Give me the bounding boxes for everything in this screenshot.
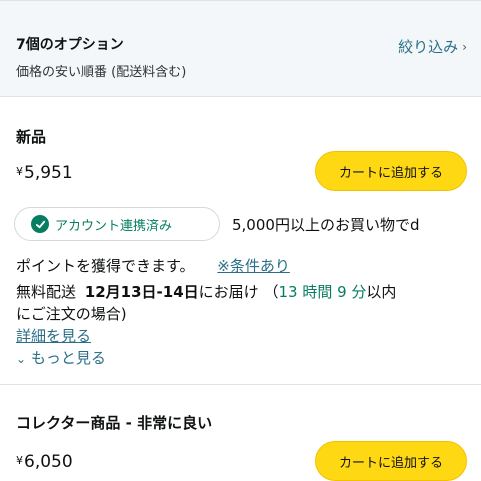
offer-condition: 新品 xyxy=(16,128,47,146)
delivery-prefix: 無料配送 xyxy=(16,283,77,301)
points-promo-line: ポイントを獲得できます。 ※条件あり xyxy=(16,255,290,276)
see-more-label: もっと見る xyxy=(30,349,106,367)
price-value: 5,951 xyxy=(24,163,73,183)
filter-button[interactable]: 絞り込み › xyxy=(398,36,467,57)
see-more-link[interactable]: ⌄ もっと見る xyxy=(16,347,106,368)
options-header: 7個のオプション 価格の安い順番 (配送料含む) 絞り込み › xyxy=(0,0,481,97)
delivery-suffix: にお届け xyxy=(198,283,259,301)
filter-label: 絞り込み xyxy=(398,38,459,56)
conditions-link[interactable]: ※条件あり xyxy=(217,257,290,275)
currency-symbol: ¥ xyxy=(16,165,23,178)
chevron-down-icon: ⌄ xyxy=(16,352,27,366)
delivery-dates: 12月13日-14日 xyxy=(84,283,199,301)
badge-label: アカウント連携済み xyxy=(55,218,173,234)
countdown-suffix: 以内 xyxy=(366,283,397,301)
add-to-cart-button[interactable]: カートに追加する xyxy=(315,441,467,481)
offer-condition: コレクター商品 - 非常に良い xyxy=(16,414,213,432)
add-to-cart-button[interactable]: カートに追加する xyxy=(315,151,467,191)
delivery-info: 無料配送 12月13日-14日にお届け （13 時間 9 分以内 xyxy=(16,281,396,302)
currency-symbol: ¥ xyxy=(16,454,23,467)
options-count-title: 7個のオプション xyxy=(16,37,124,53)
points-promo-text: 5,000円以上のお買い物でd xyxy=(232,216,420,234)
offer-price: ¥ 6,050 xyxy=(16,452,73,472)
offer-price: ¥ 5,951 xyxy=(16,163,73,183)
chevron-right-icon: › xyxy=(462,39,467,54)
order-note: にご注文の場合) xyxy=(16,305,127,323)
countdown-open: （ xyxy=(263,283,279,301)
details-link[interactable]: 詳細を見る xyxy=(16,325,91,346)
account-linked-badge: アカウント連携済み xyxy=(14,207,220,241)
section-divider xyxy=(0,384,481,385)
price-value: 6,050 xyxy=(24,452,73,472)
points-promo-text-2: ポイントを獲得できます。 xyxy=(16,257,195,275)
order-countdown: 13 時間 9 分 xyxy=(278,283,367,301)
check-circle-icon xyxy=(31,215,49,233)
sort-order-label: 価格の安い順番 (配送料含む) xyxy=(16,65,187,80)
